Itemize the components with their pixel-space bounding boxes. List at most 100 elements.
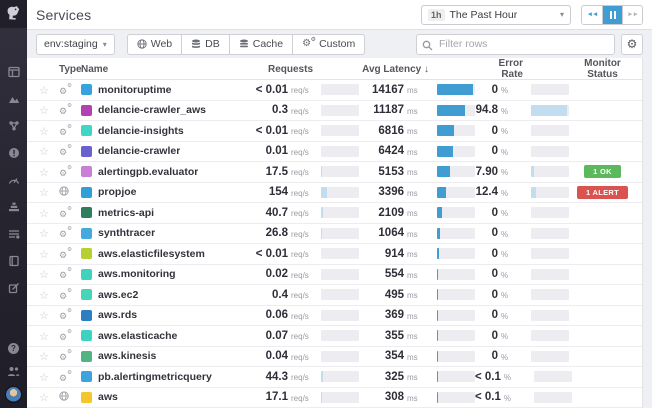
favorite-star-icon[interactable]: ☆	[39, 310, 49, 322]
requests-unit: req/s	[291, 86, 309, 96]
service-color-swatch	[81, 309, 92, 321]
table-settings-button[interactable]: ⚙	[621, 33, 643, 55]
service-name-link[interactable]: monitoruptime	[98, 84, 172, 96]
monitor-status-badge[interactable]: 1 OK	[584, 165, 621, 179]
filter-custom-button[interactable]: ⚙ ⚙ Custom	[292, 34, 364, 54]
favorite-star-icon[interactable]: ☆	[39, 126, 49, 138]
favorite-star-icon[interactable]: ☆	[39, 208, 49, 220]
table-row[interactable]: ☆ ⚙ ⚙ aws.monitoring 0.02 req/s 554 ms 0 …	[27, 265, 642, 285]
nav-events-icon[interactable]	[0, 147, 27, 159]
error-rate-bar	[531, 145, 569, 157]
error-rate-bar	[531, 186, 569, 198]
nav-monitors-icon[interactable]	[0, 228, 27, 240]
latency-column-header[interactable]: Avg Latency ↓	[359, 64, 475, 75]
table-row[interactable]: ☆ ⚙ ⚙ synthtracer 26.8 req/s 1064 ms 0 %	[27, 224, 642, 244]
table-row[interactable]: ☆ ⚙ ⚙ metrics-api 40.7 req/s 2109 ms 0 %	[27, 203, 642, 224]
filter-rows-input[interactable]	[416, 33, 615, 55]
error-rate-unit: %	[501, 352, 509, 362]
service-name-link[interactable]: metrics-api	[98, 207, 154, 219]
nav-logs-icon[interactable]	[0, 255, 27, 267]
latency-unit: ms	[407, 311, 418, 321]
name-column-header[interactable]: Name	[81, 64, 251, 75]
favorite-star-icon[interactable]: ☆	[39, 228, 49, 240]
error-rate-bar	[531, 84, 569, 96]
error-rate-unit: %	[501, 168, 509, 178]
table-row[interactable]: ☆ ⚙⚙ propjoe 154 req/s 3396 ms 12.4 % 1	[27, 183, 642, 203]
error-rate-cell: 0 %	[475, 309, 569, 321]
table-row[interactable]: ☆ ⚙ ⚙ delancie-insights < 0.01 req/s 6816…	[27, 121, 642, 142]
service-name-link[interactable]: aws.rds	[98, 309, 137, 321]
nav-host-map-icon[interactable]	[0, 120, 27, 132]
requests-unit: req/s	[291, 188, 309, 198]
pause-button[interactable]	[602, 5, 622, 24]
forward-button[interactable]: ►►	[622, 5, 642, 24]
favorite-star-icon[interactable]: ☆	[39, 269, 49, 281]
favorite-star-icon[interactable]: ☆	[39, 351, 49, 363]
service-name-link[interactable]: delancie-crawler_aws	[98, 104, 206, 116]
service-name-link[interactable]: propjoe	[98, 186, 137, 198]
table-row[interactable]: ☆ ⚙ ⚙ aws.ec2 0.4 req/s 495 ms 0 %	[27, 285, 642, 306]
rewind-button[interactable]: ◄◄	[582, 5, 602, 24]
service-name-link[interactable]: delancie-insights	[98, 125, 184, 137]
error-rate-column-header[interactable]: Error Rate	[475, 58, 569, 80]
service-name-link[interactable]: aws.kinesis	[98, 350, 156, 362]
favorite-star-icon[interactable]: ☆	[39, 105, 49, 117]
filter-db-button[interactable]: DB	[181, 34, 229, 54]
favorite-star-icon[interactable]: ☆	[39, 85, 49, 97]
table-row[interactable]: ☆ ⚙ ⚙ aws.kinesis 0.04 req/s 354 ms 0 %	[27, 347, 642, 367]
service-name-link[interactable]: aws.elasticache	[98, 330, 177, 342]
time-range-picker[interactable]: 1h The Past Hour ▾	[421, 4, 571, 25]
nav-dashboards-icon[interactable]	[0, 66, 27, 78]
user-avatar[interactable]	[0, 385, 27, 403]
favorite-star-icon[interactable]: ☆	[39, 167, 49, 179]
nav-infrastructure-icon[interactable]	[0, 93, 27, 105]
table-row[interactable]: ☆ ⚙ ⚙ aws.rds 0.06 req/s 369 ms 0 %	[27, 306, 642, 326]
service-name-link[interactable]: delancie-crawler	[98, 145, 180, 157]
table-row[interactable]: ☆ ⚙ ⚙ delancie-crawler 0.01 req/s 6424 ms…	[27, 142, 642, 162]
service-name-link[interactable]: synthtracer	[98, 227, 155, 239]
table-row[interactable]: ☆ ⚙ ⚙ pb.alertingmetricquery 44.3 req/s 3…	[27, 367, 642, 388]
table-row[interactable]: ☆ ⚙ ⚙ aws.elasticache 0.07 req/s 355 ms 0…	[27, 326, 642, 347]
favorite-star-icon[interactable]: ☆	[39, 249, 49, 261]
page-title: Services	[36, 6, 92, 23]
service-name-link[interactable]: alertingpb.evaluator	[98, 166, 198, 178]
service-name-link[interactable]: aws.monitoring	[98, 268, 176, 280]
favorite-star-icon[interactable]: ☆	[39, 331, 49, 343]
table-row[interactable]: ☆ ⚙ ⚙ delancie-crawler_aws 0.3 req/s 1118…	[27, 101, 642, 121]
requests-bar	[321, 145, 359, 157]
custom-type-icon: ⚙ ⚙	[59, 369, 73, 383]
service-name-link[interactable]: aws	[98, 391, 118, 403]
latency-cell: 369 ms	[359, 309, 475, 321]
datadog-logo[interactable]	[0, 0, 27, 28]
sort-desc-icon: ↓	[424, 63, 429, 75]
filter-cache-button[interactable]: Cache	[228, 34, 292, 54]
requests-cell: 0.06 req/s	[251, 309, 359, 321]
monitor-status-column-header[interactable]: Monitor Status	[569, 58, 636, 80]
service-name-link[interactable]: aws.elasticfilesystem	[98, 248, 205, 260]
requests-column-header[interactable]: Requests	[251, 64, 359, 75]
help-icon[interactable]: ?	[0, 342, 27, 354]
nav-apm-icon[interactable]	[0, 201, 27, 213]
monitor-status-badge[interactable]: 1 ALERT	[576, 185, 629, 199]
table-row[interactable]: ☆ ⚙ ⚙ alertingpb.evaluator 17.5 req/s 515…	[27, 162, 642, 183]
table-row[interactable]: ☆ ⚙⚙ aws 17.1 req/s 308 ms < 0.1 %	[27, 388, 642, 408]
service-name-link[interactable]: aws.ec2	[98, 289, 138, 301]
env-filter-dropdown[interactable]: env:staging ▾	[36, 33, 115, 55]
filter-web-button[interactable]: Web	[128, 35, 181, 54]
type-column-header[interactable]: Type	[59, 64, 82, 75]
team-icon[interactable]	[0, 365, 27, 377]
service-name-link[interactable]: pb.alertingmetricquery	[98, 371, 212, 383]
favorite-star-icon[interactable]: ☆	[39, 372, 49, 384]
favorite-star-icon[interactable]: ☆	[39, 146, 49, 158]
error-rate-value: 94.8	[475, 104, 498, 117]
favorite-star-icon[interactable]: ☆	[39, 290, 49, 302]
nav-notebooks-icon[interactable]	[0, 282, 27, 294]
favorite-star-icon[interactable]: ☆	[39, 187, 49, 199]
table-row[interactable]: ☆ ⚙ ⚙ monitoruptime < 0.01 req/s 14167 ms…	[27, 80, 642, 101]
nav-metrics-icon[interactable]	[0, 174, 27, 186]
table-row[interactable]: ☆ ⚙ ⚙ aws.elasticfilesystem < 0.01 req/s …	[27, 244, 642, 265]
custom-type-icon: ⚙ ⚙	[59, 205, 73, 219]
favorite-star-icon[interactable]: ☆	[39, 392, 49, 404]
error-rate-value: 0	[491, 288, 498, 301]
requests-value: 0.06	[265, 309, 288, 322]
